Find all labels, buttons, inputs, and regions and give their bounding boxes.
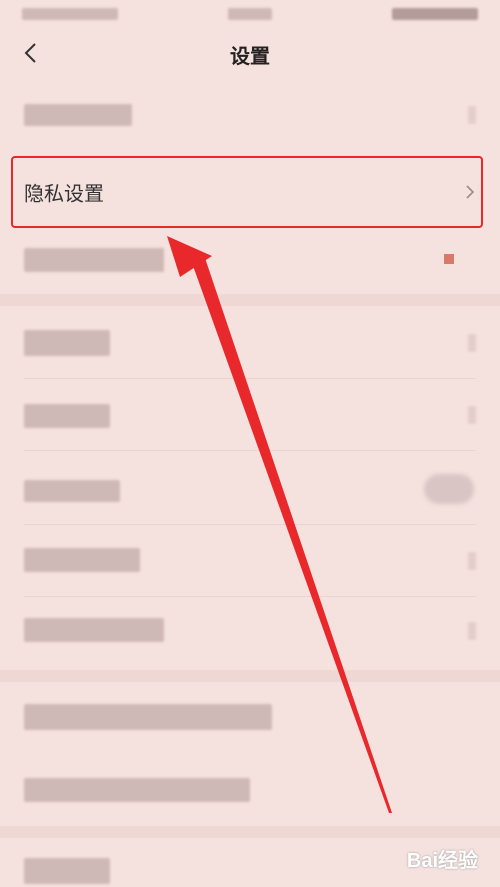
watermark: Bai经验 xyxy=(406,850,478,872)
annotation-arrow xyxy=(167,236,392,813)
